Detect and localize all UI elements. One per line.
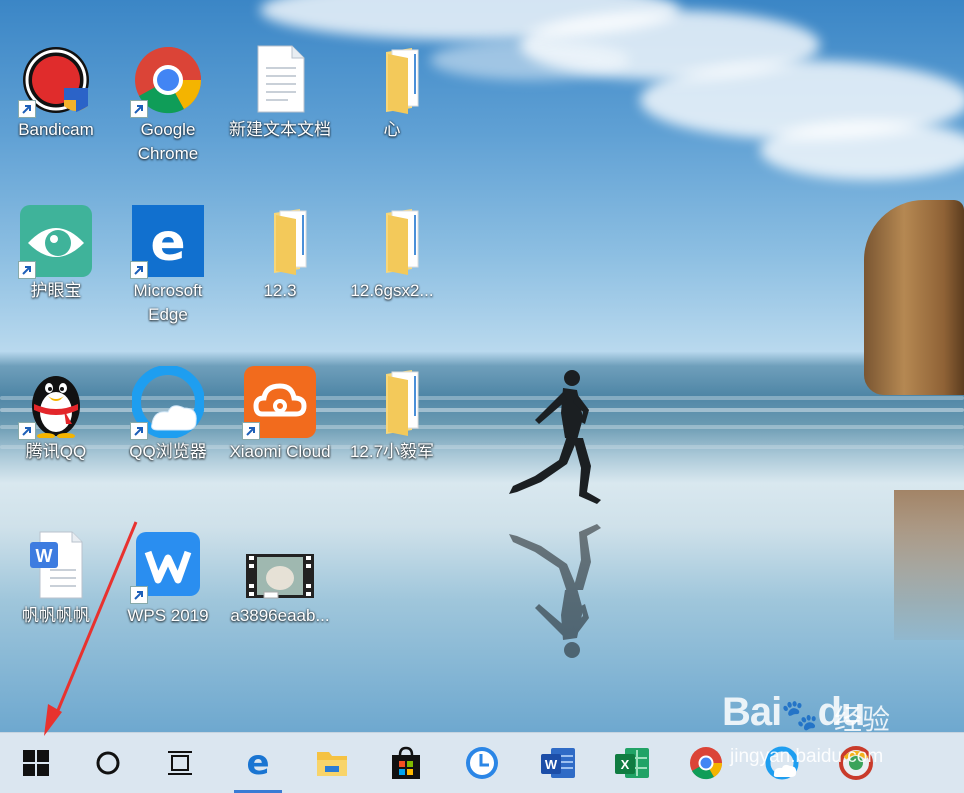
desktop-icon-label: Microsoft Edge — [133, 281, 203, 324]
desktop-icon-label: a3896eaab... — [230, 606, 330, 625]
folder-icon — [356, 205, 428, 277]
desktop-icon-label: 12.3 — [263, 281, 297, 300]
shortcut-arrow-icon — [242, 422, 260, 440]
desktop-icon-label: 心 — [383, 120, 401, 139]
edge-icon: e — [130, 205, 204, 279]
search-button[interactable] — [78, 733, 138, 793]
desktop-icon-wps-2019[interactable]: WPS 2019 — [112, 530, 224, 628]
watermark-product: 经验 — [834, 703, 891, 736]
start-button[interactable] — [6, 733, 66, 793]
desktop-icon-google-chrome[interactable]: Google Chrome — [112, 44, 224, 166]
svg-text:X: X — [621, 757, 630, 772]
qq-browser-icon — [130, 365, 205, 440]
desktop-icon-folder-12-7[interactable]: 12.7小毅军 — [336, 366, 448, 464]
desktop-icon-xiaomi-cloud[interactable]: Xiaomi Cloud — [224, 366, 336, 464]
desktop-icon-label: 帆帆帆帆 — [22, 606, 90, 625]
desktop-icon-qq-browser[interactable]: QQ浏览器 — [112, 365, 224, 464]
folder-icon — [244, 205, 316, 277]
shortcut-arrow-icon — [18, 422, 36, 440]
desktop-icon-video-file[interactable]: a3896eaab... — [224, 530, 336, 628]
shortcut-arrow-icon — [130, 100, 148, 118]
clock-icon — [466, 747, 498, 779]
taskbar-word[interactable]: W — [528, 733, 588, 793]
cortana-circle-icon — [96, 751, 120, 775]
task-view-button[interactable] — [150, 733, 210, 793]
chrome-icon — [130, 44, 204, 118]
taskbar-file-explorer[interactable] — [302, 733, 362, 793]
shortcut-arrow-icon — [18, 100, 36, 118]
word-icon: W — [541, 748, 575, 778]
chrome-icon — [690, 747, 723, 780]
desktop-icon-label: WPS 2019 — [127, 606, 209, 625]
svg-text:e: e — [150, 213, 185, 273]
desktop-icon-bandicam[interactable]: Bandicam — [0, 44, 112, 142]
shortcut-arrow-icon — [130, 586, 148, 604]
task-view-icon — [168, 751, 192, 775]
file-explorer-icon — [317, 752, 347, 776]
sea-stack-rock — [864, 200, 964, 395]
taskbar-excel[interactable]: X — [602, 733, 662, 793]
taskbar-edge[interactable]: e — [228, 733, 288, 793]
desktop-icon-label: Bandicam — [18, 120, 94, 139]
svg-text:W: W — [545, 757, 558, 772]
text-document-icon — [244, 44, 316, 116]
desktop-icon-word-document[interactable]: W 帆帆帆帆 — [0, 530, 112, 628]
xiaomi-cloud-icon — [242, 366, 316, 440]
windows-logo-icon — [23, 750, 49, 776]
runner-reflection — [509, 524, 601, 658]
svg-text:e: e — [246, 746, 269, 780]
desktop-wallpaper: Bandicam Google Chrome 新建文本文档 心 护眼宝 e Mi… — [0, 0, 964, 732]
desktop-icon-folder-xin[interactable]: 心 — [336, 44, 448, 142]
desktop-icon-label: 12.6gsx2... — [350, 281, 434, 300]
excel-icon: X — [615, 748, 649, 778]
shortcut-arrow-icon — [130, 422, 148, 440]
runner-silhouette — [509, 370, 601, 504]
svg-text:W: W — [36, 546, 53, 566]
qq-penguin-icon — [18, 366, 92, 440]
store-bag-icon — [392, 746, 420, 779]
desktop-icon-label: QQ浏览器 — [129, 442, 207, 461]
edge-icon: e — [246, 746, 269, 780]
bandicam-icon — [18, 44, 92, 118]
desktop-icon-label: 腾讯QQ — [25, 442, 87, 461]
desktop-icon-label: Google Chrome — [137, 120, 199, 163]
taskbar-clock-app[interactable] — [452, 733, 512, 793]
desktop-icon-eye-protection[interactable]: 护眼宝 — [0, 205, 112, 303]
folder-icon — [356, 44, 428, 116]
desktop-icon-label: 新建文本文档 — [229, 120, 331, 139]
desktop-icon-folder-12-6gsx2[interactable]: 12.6gsx2... — [336, 205, 448, 303]
shortcut-arrow-icon — [130, 261, 148, 279]
desktop-icon-new-text-document[interactable]: 新建文本文档 — [224, 44, 336, 142]
baidu-jingyan-watermark: Bai🐾du 经验 jingyan.baidu.com — [722, 690, 891, 767]
eye-protection-icon — [18, 205, 92, 279]
video-thumbnail-icon — [244, 530, 316, 602]
shortcut-arrow-icon — [18, 261, 36, 279]
desktop-icon-label: 12.7小毅军 — [349, 442, 435, 461]
desktop-icon-label: Xiaomi Cloud — [229, 442, 331, 461]
desktop-icon-microsoft-edge[interactable]: e Microsoft Edge — [112, 205, 224, 327]
desktop-icon-tencent-qq[interactable]: 腾讯QQ — [0, 366, 112, 464]
desktop-icon-label: 护眼宝 — [30, 281, 82, 300]
word-document-icon: W — [20, 530, 92, 602]
watermark-url: jingyan.baidu.com — [730, 746, 884, 767]
taskbar-store[interactable] — [376, 733, 436, 793]
folder-icon — [356, 366, 428, 438]
desktop-icon-folder-12-3[interactable]: 12.3 — [224, 205, 336, 303]
wps-icon — [130, 530, 204, 604]
